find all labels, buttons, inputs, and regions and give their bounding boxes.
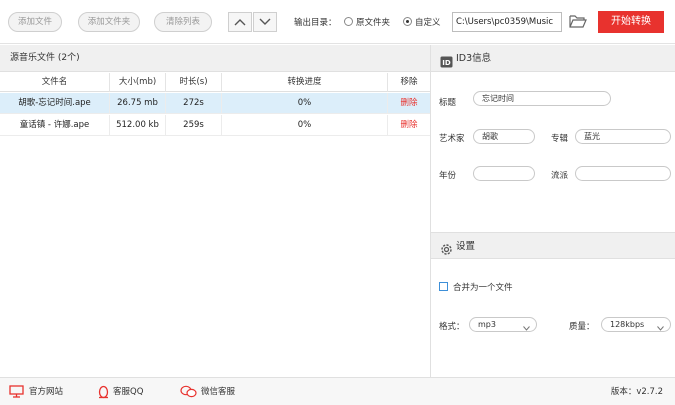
merge-checkbox[interactable] xyxy=(439,282,448,291)
radio-source-folder-label: 原文件夹 xyxy=(356,18,391,28)
chevron-down-icon xyxy=(259,18,271,25)
year-label: 年份 xyxy=(439,171,457,181)
title-label: 标题 xyxy=(439,98,457,108)
output-dir-label: 输出目录： xyxy=(294,18,337,28)
artist-field[interactable]: 胡歌 xyxy=(473,129,535,144)
table-row[interactable]: 童话镇 - 许娜.ape 512.00 kb 259s 0% 删除 xyxy=(0,115,430,136)
format-value: mp3 xyxy=(478,320,496,329)
quality-select[interactable]: 128kbps xyxy=(601,317,671,332)
move-up-button[interactable] xyxy=(228,12,252,32)
merge-label: 合并为一个文件 xyxy=(453,283,513,293)
output-path-input[interactable]: C:\Users\pc0359\Music xyxy=(452,12,562,32)
move-down-button[interactable] xyxy=(253,12,277,32)
folder-open-icon[interactable] xyxy=(569,13,587,32)
official-website-link[interactable]: 官方网站 xyxy=(29,378,63,405)
add-folder-button[interactable]: 添加文件夹 xyxy=(78,12,140,32)
wechat-support-link[interactable]: 微信客服 xyxy=(201,378,235,405)
version-label: 版本：v2.7.2 xyxy=(610,387,663,397)
svg-text:ID: ID xyxy=(442,59,451,67)
qq-penguin-icon xyxy=(97,385,110,402)
delete-link[interactable]: 删除 xyxy=(388,93,430,114)
chevron-up-icon xyxy=(234,19,246,26)
file-list-panel: 源音乐文件 (2个) 文件名 大小(mb) 时长(s) 转换进度 移除 胡歌-忘… xyxy=(0,45,430,377)
cell-size: 512.00 kb xyxy=(110,115,166,136)
genre-label: 流派 xyxy=(551,171,569,181)
radio-custom-label: 自定义 xyxy=(415,18,441,28)
add-file-button[interactable]: 添加文件 xyxy=(8,12,62,32)
file-table-header: 文件名 大小(mb) 时长(s) 转换进度 移除 xyxy=(0,73,430,92)
id-icon: ID xyxy=(440,52,453,79)
col-progress: 转换进度 xyxy=(222,73,388,92)
chevron-down-icon xyxy=(657,322,664,335)
id3-title: ID3信息 xyxy=(456,53,492,64)
col-filename: 文件名 xyxy=(0,73,110,92)
format-label: 格式： xyxy=(439,322,465,332)
col-duration: 时长(s) xyxy=(166,73,222,92)
album-label: 专辑 xyxy=(551,134,569,144)
cell-progress: 0% xyxy=(222,93,388,114)
quality-value: 128kbps xyxy=(610,320,645,329)
album-field[interactable]: 蓝光 xyxy=(575,129,671,144)
artist-label: 艺术家 xyxy=(439,134,465,144)
cell-filename: 童话镇 - 许娜.ape xyxy=(0,115,110,136)
title-field[interactable]: 忘记时间 xyxy=(473,91,611,106)
chevron-down-icon xyxy=(523,322,530,335)
year-field[interactable] xyxy=(473,166,535,181)
cell-filename: 胡歌-忘记时间.ape xyxy=(0,93,110,114)
start-convert-button[interactable]: 开始转换 xyxy=(598,11,664,33)
cell-duration: 259s xyxy=(166,115,222,136)
col-remove: 移除 xyxy=(400,77,418,87)
table-row[interactable]: 胡歌-忘记时间.ape 26.75 mb 272s 0% 删除 xyxy=(0,93,430,114)
settings-title: 设置 xyxy=(456,241,476,252)
clear-list-button[interactable]: 清除列表 xyxy=(154,12,212,32)
quality-label: 质量： xyxy=(569,322,595,332)
genre-field[interactable] xyxy=(575,166,671,181)
format-select[interactable]: mp3 xyxy=(469,317,537,332)
monitor-icon xyxy=(9,385,24,401)
qq-support-link[interactable]: 客服QQ xyxy=(113,378,143,405)
radio-source-folder[interactable] xyxy=(344,17,353,26)
radio-custom[interactable] xyxy=(403,17,412,26)
footer-bar: 官方网站 客服QQ 微信客服 版本：v2.7.2 xyxy=(0,377,675,405)
cell-size: 26.75 mb xyxy=(110,93,166,114)
wechat-icon xyxy=(180,385,197,401)
file-list-header: 源音乐文件 (2个) xyxy=(0,45,430,72)
cell-duration: 272s xyxy=(166,93,222,114)
id3-section-header: ID ID3信息 xyxy=(431,45,675,72)
col-size: 大小(mb) xyxy=(110,73,166,92)
settings-section-header: 设置 xyxy=(431,232,675,259)
gear-icon xyxy=(440,240,453,267)
delete-link[interactable]: 删除 xyxy=(388,115,430,136)
toolbar: 添加文件 添加文件夹 清除列表 输出目录： 原文件夹 自定义 C:\Users\… xyxy=(0,0,675,44)
cell-progress: 0% xyxy=(222,115,388,136)
right-panel: ID ID3信息 标题 忘记时间 艺术家 胡歌 专辑 蓝光 年份 流派 设置 合… xyxy=(431,45,675,377)
